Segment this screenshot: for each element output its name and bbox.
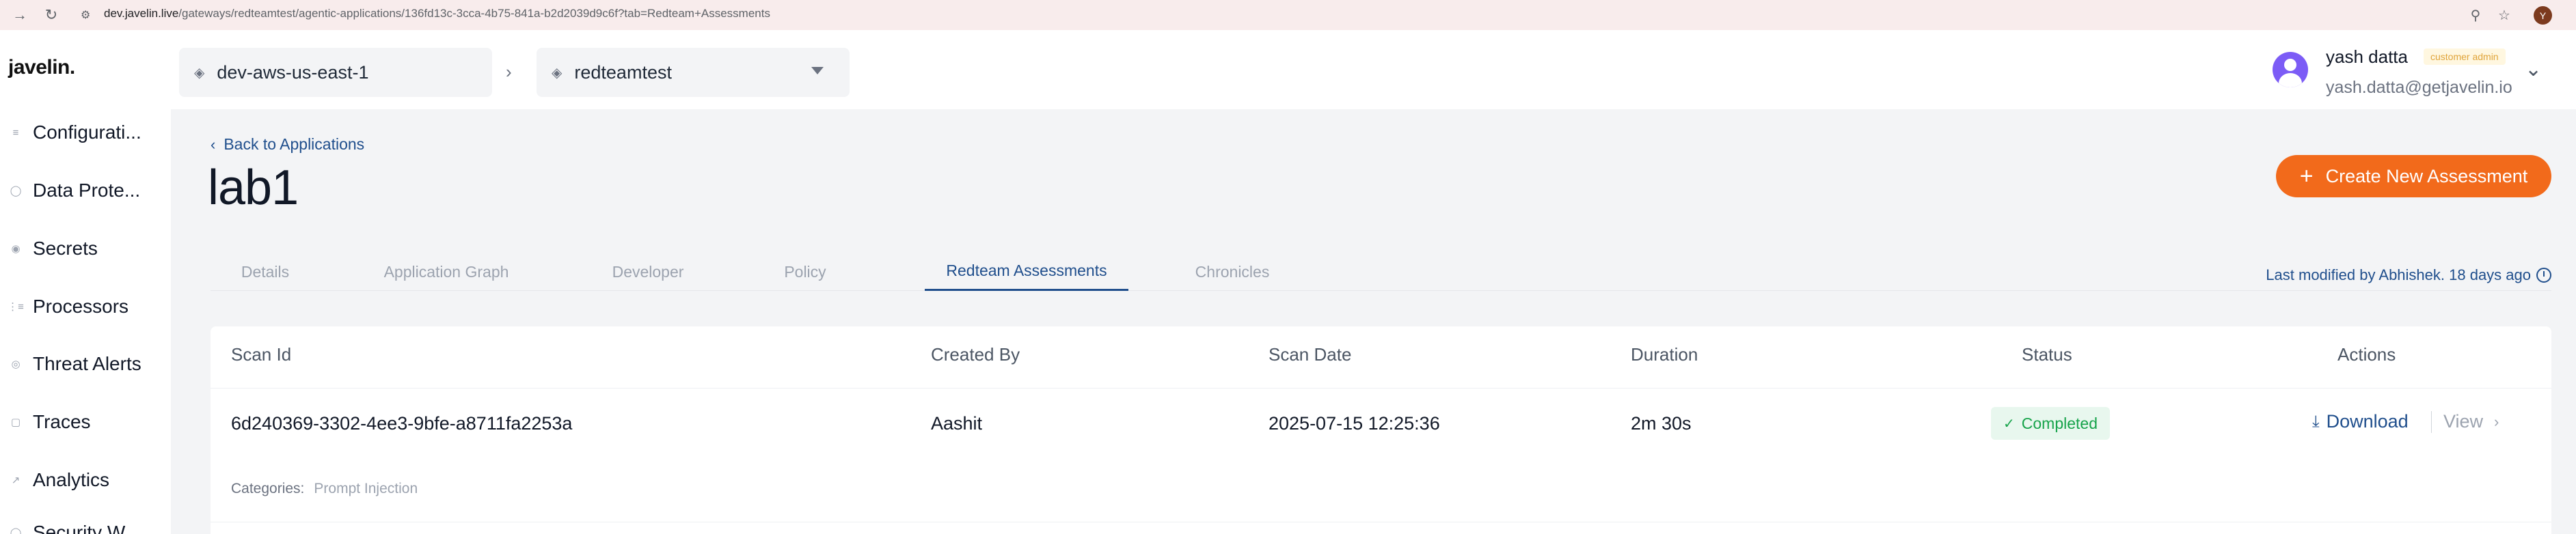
caret-down-icon (811, 67, 824, 74)
cell-duration: 2m 30s (1631, 413, 1692, 434)
avatar-shoulders (2279, 73, 2302, 87)
tab-redteam-assessments[interactable]: Redteam Assessments (925, 253, 1128, 291)
view-button[interactable]: View › (2443, 411, 2499, 432)
page-title: lab1 (208, 160, 299, 215)
tab-details[interactable]: Details (211, 253, 320, 291)
column-header-status: Status (2022, 344, 2072, 365)
project-selector-label: redteamtest (574, 61, 672, 83)
sidebar-item-analytics[interactable]: ↗ Analytics (8, 466, 109, 494)
categories-row: Categories: Prompt Injection (231, 481, 418, 497)
back-link-label: Back to Applications (223, 135, 365, 153)
top-bar: ◈ dev-aws-us-east-1 › ◈ redteamtest yash… (171, 30, 2576, 109)
sliders-icon: ≡ (12, 126, 19, 139)
user-name: yash datta (2326, 46, 2408, 67)
alert-icon: ◎ (11, 359, 21, 370)
cell-scan-date: 2025-07-15 12:25:36 (1269, 413, 1440, 434)
key-icon: ◉ (11, 243, 21, 255)
cell-scan-id: 6d240369-3302-4ee3-9bfe-a8711fa2253a (231, 413, 573, 434)
user-avatar[interactable] (2273, 52, 2308, 87)
chevron-down-icon[interactable]: ⌄ (2525, 57, 2542, 81)
sidebar-item-configuration[interactable]: ≡ Configurati... (8, 119, 141, 146)
chevron-right-icon: › (506, 61, 512, 82)
sidebar-item-label: Security W... (33, 522, 141, 534)
reload-icon[interactable]: ↻ (41, 0, 62, 30)
status-label: Completed (2021, 414, 2098, 432)
create-button-label: Create New Assessment (2325, 165, 2528, 186)
tab-developer[interactable]: Developer (580, 253, 716, 291)
bookmark-star-icon[interactable]: ☆ (2495, 5, 2514, 25)
sidebar-item-secrets[interactable]: ◉ Secrets (8, 235, 98, 262)
shield-icon: ◯ (10, 185, 22, 197)
column-header-duration: Duration (1631, 344, 1698, 365)
shield-icon: ◯ (10, 527, 22, 534)
layers-icon: ◈ (194, 65, 205, 81)
header-divider (211, 388, 2551, 389)
url-path: /gateways/redteamtest/agentic-applicatio… (178, 7, 770, 20)
chevron-left-icon: ‹ (211, 135, 216, 153)
sidebar-item-label: Data Prote... (33, 180, 141, 201)
tab-policy[interactable]: Policy (750, 253, 860, 291)
main-content: ‹ Back to Applications lab1 + Create New… (171, 109, 2576, 534)
column-header-actions: Actions (2337, 344, 2396, 365)
sidebar-item-security[interactable]: ◯ Security W... (8, 519, 141, 534)
column-header-created-by: Created By (931, 344, 1020, 365)
cell-created-by: Aashit (931, 413, 983, 434)
layers-icon: ◈ (552, 65, 562, 81)
column-header-scan-id: Scan Id (231, 344, 292, 365)
sidebar: javelin. ≡ Configurati... ◯ Data Prote..… (0, 30, 171, 534)
status-badge: ✓ Completed (1991, 407, 2110, 440)
actions-divider (2431, 411, 2432, 433)
last-modified-info[interactable]: Last modified by Abhishek. 18 days ago (2266, 266, 2551, 284)
back-to-applications-link[interactable]: ‹ Back to Applications (211, 135, 364, 154)
app-logo[interactable]: javelin. (8, 56, 75, 79)
gateway-selector-label: dev-aws-us-east-1 (217, 61, 369, 83)
browser-profile-avatar[interactable]: Y (2534, 6, 2552, 25)
url-host: dev.javelin.live (104, 7, 179, 20)
last-modified-text: Last modified by Abhishek. 18 days ago (2266, 266, 2531, 283)
sidebar-item-label: Traces (33, 411, 91, 432)
plus-icon: + (2299, 163, 2314, 189)
chevron-right-icon: › (2494, 412, 2499, 430)
categories-label: Categories: (231, 481, 305, 496)
check-icon: ✓ (2003, 416, 2015, 432)
forward-icon[interactable]: → (10, 0, 30, 30)
address-bar[interactable]: dev.javelin.live/gateways/redteamtest/ag… (104, 7, 770, 20)
sidebar-item-label: Threat Alerts (33, 353, 141, 374)
sidebar-item-label: Analytics (33, 469, 110, 490)
browser-toolbar: → ↻ ⚙ dev.javelin.live/gateways/redteamt… (0, 0, 2576, 30)
chart-icon: ↗ (11, 475, 21, 486)
create-new-assessment-button[interactable]: + Create New Assessment (2276, 155, 2551, 197)
avatar-head (2284, 59, 2296, 71)
list-icon: ⋮≡ (8, 301, 24, 313)
sidebar-item-label: Configurati... (33, 122, 141, 143)
square-icon: ▢ (10, 417, 21, 428)
clock-icon (2536, 268, 2551, 283)
categories-value: Prompt Injection (314, 481, 418, 496)
download-label: Download (2326, 411, 2409, 432)
sidebar-item-data-protection[interactable]: ◯ Data Prote... (8, 177, 141, 204)
sidebar-item-processors[interactable]: ⋮≡ Processors (8, 293, 128, 320)
download-button[interactable]: ⤓ Download (2312, 411, 2409, 432)
zoom-icon[interactable]: ⚲ (2466, 5, 2485, 25)
sidebar-item-label: Processors (33, 296, 129, 317)
column-header-scan-date: Scan Date (1269, 344, 1352, 365)
tab-chronicles[interactable]: Chronicles (1164, 253, 1301, 291)
gateway-selector[interactable]: ◈ dev-aws-us-east-1 (179, 48, 492, 97)
role-badge: customer admin (2424, 48, 2506, 65)
sidebar-item-threat-alerts[interactable]: ◎ Threat Alerts (8, 350, 141, 378)
user-email: yash.datta@getjavelin.io (2326, 78, 2512, 97)
sidebar-item-label: Secrets (33, 238, 98, 259)
download-icon: ⤓ (2312, 412, 2320, 431)
sidebar-item-traces[interactable]: ▢ Traces (8, 408, 91, 436)
project-selector[interactable]: ◈ redteamtest (537, 48, 850, 97)
tab-bar: Details Application Graph Developer Poli… (211, 253, 2551, 291)
assessments-table: Scan Id Created By Scan Date Duration St… (211, 326, 2551, 534)
tab-application-graph[interactable]: Application Graph (347, 253, 545, 291)
view-label: View (2443, 411, 2484, 432)
site-info-icon[interactable]: ⚙ (81, 8, 94, 22)
